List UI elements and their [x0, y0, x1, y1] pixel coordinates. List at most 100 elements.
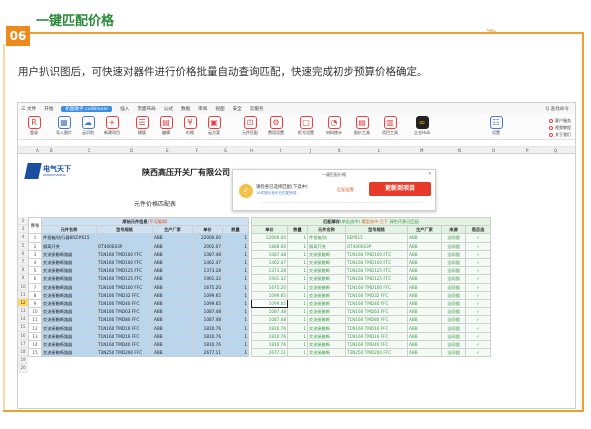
cell-match-qty[interactable]: 1: [287, 347, 308, 358]
cell-maker[interactable]: ABB: [152, 274, 193, 284]
select-check-icon[interactable]: ✓: [465, 257, 491, 268]
cell-match-maker[interactable]: ABB: [407, 331, 442, 341]
column-header[interactable]: A: [36, 148, 39, 153]
cell-match-maker[interactable]: ABB: [407, 347, 442, 358]
column-header[interactable]: C: [88, 148, 91, 153]
cell-source[interactable]: 全网搜: [441, 290, 466, 300]
ribbon-button-stats[interactable]: ◔ 材料统计: [322, 116, 346, 136]
cell-price[interactable]: 22000.00: [192, 233, 223, 243]
column-header[interactable]: K: [338, 148, 341, 153]
cell-match-name[interactable]: 交流接触断: [307, 257, 346, 268]
cell-name[interactable]: 交流接触断路器: [41, 257, 97, 268]
cell-name[interactable]: 交流接触断路器: [41, 290, 97, 300]
cell-match-price[interactable]: 1087.48: [251, 315, 288, 325]
cell-maker[interactable]: ABB: [152, 257, 193, 268]
cell-match-name[interactable]: 交流接触断: [307, 347, 346, 358]
cell-qty[interactable]: 1: [222, 274, 249, 284]
cell-match-maker[interactable]: ABB: [407, 282, 442, 292]
cell-maker[interactable]: ABB: [152, 241, 193, 251]
row-number[interactable]: 18: [18, 348, 28, 357]
select-check-icon[interactable]: ✓: [465, 307, 491, 317]
cell-match-price[interactable]: 1099.65: [251, 290, 288, 300]
cell-source[interactable]: 全网搜: [441, 331, 466, 341]
cell-match-model[interactable]: T3N250 TMD200 FFC: [345, 347, 408, 358]
menu-item[interactable]: 云服务: [250, 106, 264, 112]
row-number[interactable]: 19: [18, 356, 28, 365]
cell-model[interactable]: T1N160 TMD100 FFC: [96, 257, 153, 268]
cell-maker[interactable]: ABB: [152, 249, 193, 259]
ribbon-button-login[interactable]: R 登录: [22, 116, 46, 136]
row-number[interactable]: 17: [18, 339, 28, 348]
cell-match-maker[interactable]: ABB: [407, 339, 442, 350]
column-header[interactable]: O: [492, 148, 495, 153]
cell-qty[interactable]: 1: [222, 241, 249, 251]
ribbon-side-link[interactable]: 视频教程: [549, 124, 571, 131]
cell-price[interactable]: 2677.11: [192, 347, 223, 358]
match-settings-link[interactable]: 匹配设置: [337, 187, 354, 193]
ribbon-button-cloud[interactable]: ☁ 云识别: [76, 116, 100, 136]
column-header[interactable]: L: [378, 148, 380, 153]
row-number[interactable]: 12: [18, 298, 28, 308]
cell-name[interactable]: 交流接触断路器: [41, 298, 97, 309]
cell-match-name[interactable]: 交流接触断: [307, 266, 346, 276]
cell-match-price[interactable]: 1373.28: [251, 266, 288, 276]
cell-match-qty[interactable]: 1: [287, 266, 308, 276]
ribbon-button-project[interactable]: ▥ 项目工具: [378, 116, 402, 136]
cell-model[interactable]: T1N160 TMD100 FFC: [96, 249, 153, 259]
cell-match-price[interactable]: 1810.76: [251, 339, 288, 350]
cell-maker[interactable]: ABB: [152, 331, 193, 341]
cell-match-price[interactable]: 1675.20: [251, 282, 288, 292]
ribbon-button-fee[interactable]: ⚙ 费用设置: [264, 116, 288, 136]
cell-qty[interactable]: 1: [222, 307, 249, 317]
ribbon-side-link[interactable]: 客户服务: [549, 117, 571, 124]
cell-source[interactable]: 全网搜: [441, 339, 466, 350]
cell-name[interactable]: 交流接触断路器: [41, 249, 97, 259]
cell-match-maker[interactable]: ABB: [407, 307, 442, 317]
cell-qty[interactable]: 1: [222, 282, 249, 292]
cell-source[interactable]: 全网搜: [441, 249, 466, 259]
row-number[interactable]: 3: [18, 225, 28, 234]
select-check-icon[interactable]: ✓: [465, 339, 491, 350]
cell-price[interactable]: 1099.65: [192, 298, 223, 309]
cell-price[interactable]: 1810.76: [192, 339, 223, 350]
ribbon-button-hub[interactable]: ∞ 企业Hub: [410, 116, 434, 136]
cell-model[interactable]: T1N160 TMD80 FFC: [96, 315, 153, 325]
cell-match-model[interactable]: T1N160 TMD100 FFC: [345, 257, 408, 268]
cell-match-model[interactable]: EEP615: [345, 233, 408, 243]
cell-match-qty[interactable]: 1: [287, 315, 308, 325]
cell-name[interactable]: 交流接触断路器: [41, 331, 97, 341]
cell-name[interactable]: 交流接触断路器: [41, 274, 97, 284]
column-header[interactable]: I: [280, 148, 281, 153]
cell-match-model[interactable]: T1N160 TMD100 FFC: [345, 282, 408, 292]
cell-source[interactable]: 全网搜: [441, 241, 466, 251]
cell-model[interactable]: T3N250 TMD200 FFC: [96, 347, 153, 358]
table-row[interactable]: 1 件担箱/执行器8RZ#615 ABB 22000.00 1 22000.00 1 件担箱/…: [28, 233, 491, 243]
cell-model[interactable]: T1N160 TMD125 FFC: [96, 274, 153, 284]
cell-match-name[interactable]: 交流接触断: [307, 274, 346, 284]
cell-name[interactable]: 件担箱/执行器8RZ#615: [41, 233, 97, 243]
select-check-icon[interactable]: ✓: [465, 298, 491, 309]
cell-match-name[interactable]: 交流接触断: [307, 339, 346, 350]
ribbon-button-cabinet[interactable]: ▢ 柜号设置: [294, 116, 318, 136]
cell-model[interactable]: T1N160 TMD100 FFC: [96, 282, 153, 292]
menu-tab-active[interactable]: 扒图助手 caiWinner: [61, 105, 113, 112]
column-header[interactable]: G: [224, 148, 227, 153]
cell-qty[interactable]: 1: [222, 290, 249, 300]
cell-price[interactable]: 1087.48: [192, 315, 223, 325]
cell-match-price[interactable]: 1810.76: [251, 323, 288, 333]
select-check-icon[interactable]: ✓: [465, 274, 491, 284]
table-row[interactable]: 8 交流接触断路器 T1N160 TMD32 FFC ABB 1099.65 1 1099.…: [28, 290, 491, 300]
cell-match-maker[interactable]: ABB: [407, 249, 442, 259]
cell-match-model[interactable]: T1N160 TMD125 FFC: [345, 274, 408, 284]
menu-item[interactable]: 审阅: [198, 106, 207, 112]
ribbon-button-box[interactable]: ▣ 云方案: [202, 116, 226, 136]
table-row[interactable]: 15 交流接触断路器 T3N250 TMD200 FFC ABB 2677.11 1 267…: [28, 347, 491, 358]
column-header[interactable]: H: [250, 148, 253, 153]
cell-model[interactable]: T1N160 TMD16 FFC: [96, 331, 153, 341]
table-row[interactable]: 10 交流接触断路器 T1N160 TMD63 FFC ABB 1087.48 1 1087…: [28, 307, 491, 317]
cell-name[interactable]: 交流接触断路器: [41, 347, 97, 358]
cell-match-name[interactable]: 件担箱/执: [307, 233, 346, 243]
cell-qty[interactable]: 1: [222, 331, 249, 341]
row-number[interactable]: 14: [18, 315, 28, 324]
cell-maker[interactable]: ABB: [152, 290, 193, 300]
